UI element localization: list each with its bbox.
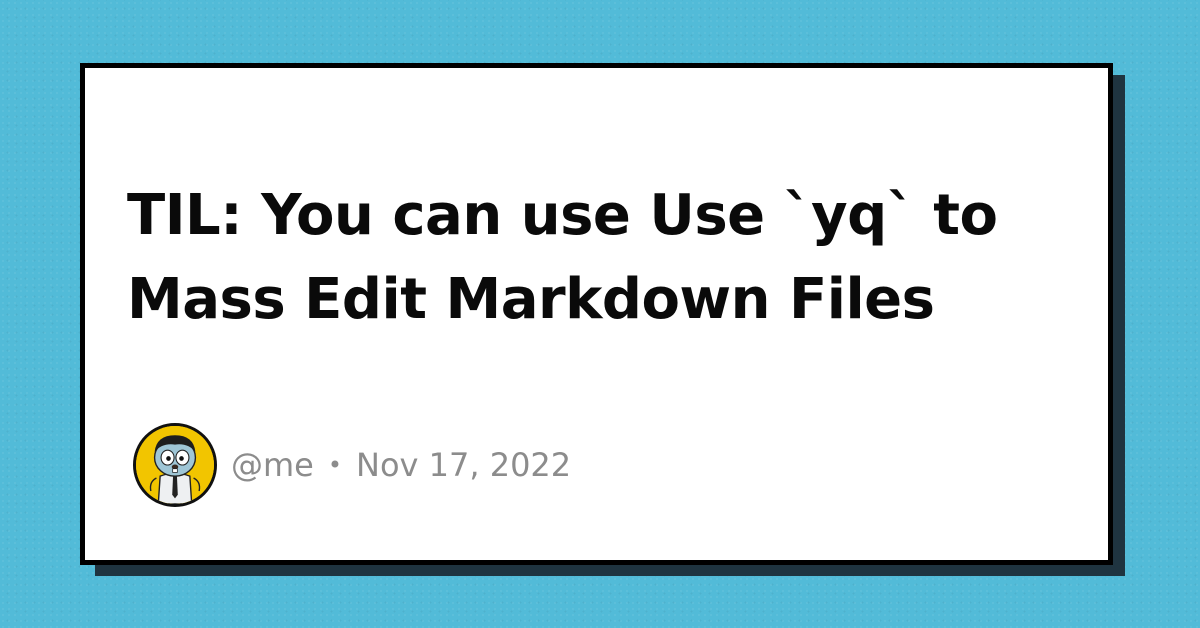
post-title: TIL: You can use Use `yq` to Mass Edit M… <box>127 183 998 332</box>
post-date: Nov 17, 2022 <box>356 446 572 484</box>
meta-separator: • <box>327 451 343 479</box>
author-handle[interactable]: @me <box>231 446 314 484</box>
post-meta: @me • Nov 17, 2022 <box>231 446 571 484</box>
post-card: TIL: You can use Use `yq` to Mass Edit M… <box>80 63 1113 565</box>
byline: @me • Nov 17, 2022 <box>133 420 571 510</box>
cartoon-gopher-avatar-icon <box>133 423 217 507</box>
